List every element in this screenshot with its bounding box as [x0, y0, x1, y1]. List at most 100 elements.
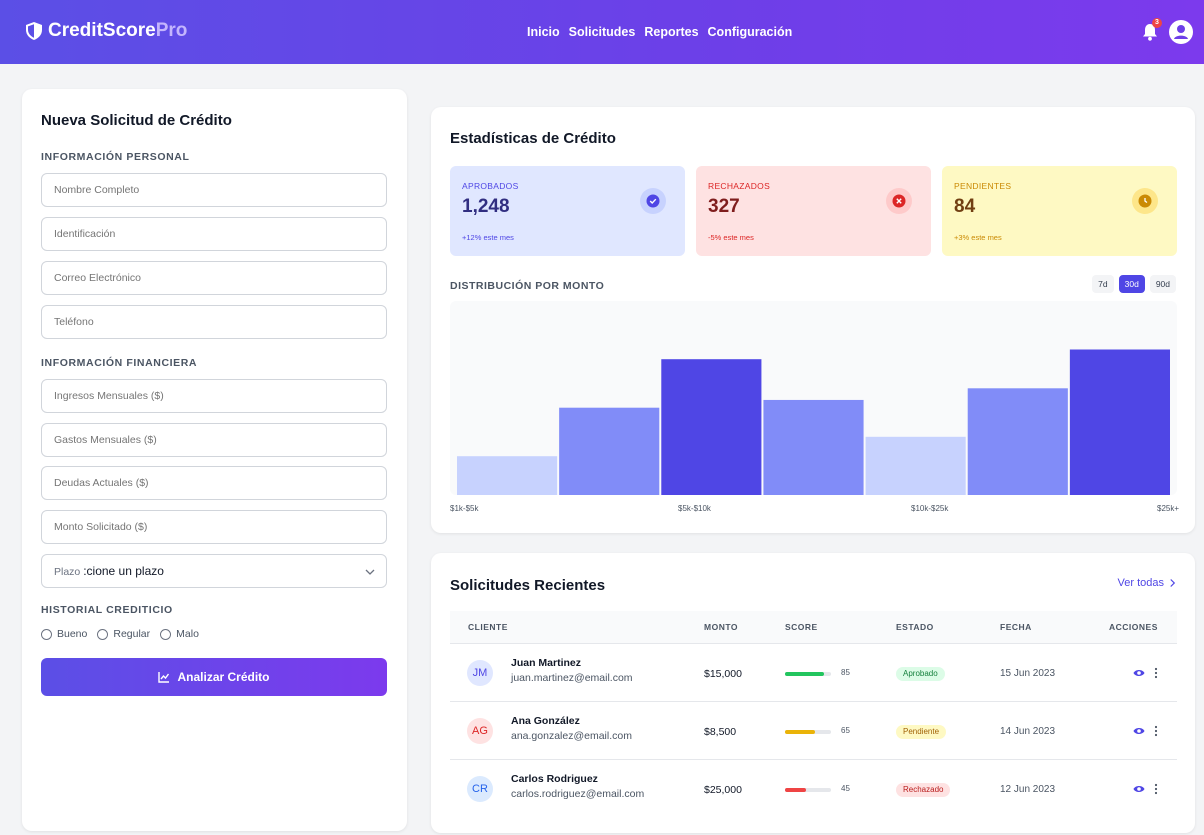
eye-icon[interactable]: [1133, 784, 1145, 794]
chart-bar[interactable]: [967, 388, 1068, 495]
view-all-link[interactable]: Ver todas: [1118, 577, 1176, 589]
form-title: Nueva Solicitud de Crédito: [41, 112, 232, 129]
distribution-chart: [450, 301, 1177, 495]
x-tick-label: $1k-$5k: [450, 504, 479, 513]
chart-bar[interactable]: [865, 436, 966, 495]
chart-bar[interactable]: [457, 456, 558, 495]
more-vertical-icon[interactable]: [1154, 725, 1158, 737]
full-name-input[interactable]: [41, 173, 387, 207]
x-circle-icon: [886, 188, 912, 214]
chevron-down-icon: [365, 569, 375, 575]
table-row[interactable]: JM Juan Martinez juan.martinez@email.com…: [450, 643, 1177, 701]
nav-solicitudes[interactable]: Solicitudes: [569, 25, 636, 39]
table-row[interactable]: AG Ana González ana.gonzalez@email.com $…: [450, 701, 1177, 759]
client-name: Ana González: [511, 715, 580, 727]
current-debts-input[interactable]: [41, 466, 387, 500]
recent-applications-card: Solicitudes Recientes Ver todas CLIENTE …: [431, 553, 1195, 833]
monthly-expenses-input[interactable]: [41, 423, 387, 457]
status-badge: Aprobado: [896, 667, 945, 681]
score-value: 45: [841, 784, 850, 793]
date-cell: 14 Jun 2023: [1000, 726, 1056, 737]
client-email: juan.martinez@email.com: [511, 672, 633, 684]
stats-title: Estadísticas de Crédito: [450, 130, 616, 147]
col-monto: MONTO: [704, 622, 738, 632]
range-7d-button[interactable]: 7d: [1092, 275, 1114, 293]
radio-bueno[interactable]: Bueno: [41, 628, 87, 640]
brand-logo[interactable]: CreditScore Pro: [26, 20, 187, 42]
stat-pending-value: 84: [954, 196, 976, 217]
chart-line-icon: [158, 672, 170, 683]
client-email: ana.gonzalez@email.com: [511, 730, 632, 742]
x-tick-label: $5k-$10k: [678, 504, 711, 513]
phone-input[interactable]: [41, 305, 387, 339]
table-row[interactable]: CR Carlos Rodriguez carlos.rodriguez@ema…: [450, 759, 1177, 817]
client-avatar: AG: [467, 718, 493, 744]
chart-bar[interactable]: [763, 399, 864, 495]
more-vertical-icon[interactable]: [1154, 667, 1158, 679]
radio-circle[interactable]: [160, 628, 172, 640]
col-estado: ESTADO: [896, 622, 934, 632]
stat-rejected-change: -5% este mes: [708, 233, 754, 242]
score-bar-fill: [785, 730, 815, 734]
credit-history-label: HISTORIAL CREDITICIO: [41, 604, 173, 616]
top-navbar: CreditScore Pro Inicio Solicitudes Report…: [0, 0, 1204, 64]
nav-configuracion[interactable]: Configuración: [708, 25, 793, 39]
term-select[interactable]: Plazo :cione un plazo: [41, 554, 387, 588]
stat-approved-change: +12% este mes: [462, 233, 514, 242]
nav-inicio[interactable]: Inicio: [527, 25, 560, 39]
col-score: SCORE: [785, 622, 818, 632]
main-nav: Inicio Solicitudes Reportes Configuració…: [527, 25, 801, 39]
credit-application-form: Nueva Solicitud de Crédito INFORMACIÓN P…: [22, 89, 407, 831]
financial-info-label: INFORMACIÓN FINANCIERA: [41, 357, 198, 369]
user-avatar-icon[interactable]: [1169, 20, 1193, 44]
radio-circle[interactable]: [41, 628, 52, 640]
range-30d-button[interactable]: 30d: [1118, 275, 1145, 293]
brand-name: CreditScore: [48, 20, 156, 41]
shield-icon: [26, 22, 42, 40]
distribution-label: DISTRIBUCIÓN POR MONTO: [450, 280, 605, 292]
chart-bar[interactable]: [1069, 349, 1170, 496]
score-bar-fill: [785, 788, 806, 792]
col-fecha: FECHA: [1000, 622, 1032, 632]
score-value: 65: [841, 726, 850, 735]
score-bar: [785, 788, 831, 792]
recent-title: Solicitudes Recientes: [450, 577, 606, 594]
eye-icon[interactable]: [1133, 726, 1145, 736]
date-cell: 12 Jun 2023: [1000, 784, 1056, 795]
email-input[interactable]: [41, 261, 387, 295]
monthly-income-input[interactable]: [41, 379, 387, 413]
view-all-label: Ver todas: [1117, 577, 1164, 589]
eye-icon[interactable]: [1133, 668, 1145, 678]
analyze-credit-label: Analizar Crédito: [177, 670, 270, 684]
stat-approved: APROBADOS 1,248 +12% este mes: [450, 166, 685, 256]
more-vertical-icon[interactable]: [1154, 783, 1158, 795]
requested-amount-input[interactable]: [41, 510, 387, 544]
chart-bar[interactable]: [559, 407, 660, 495]
client-avatar: CR: [467, 776, 493, 802]
radio-bueno-label: Bueno: [57, 628, 88, 640]
analyze-credit-button[interactable]: Analizar Crédito: [41, 658, 387, 696]
chart-bar[interactable]: [661, 359, 762, 495]
score-bar: [785, 730, 831, 734]
clock-icon: [1132, 188, 1158, 214]
score-value: 85: [841, 668, 850, 677]
col-acciones: ACCIONES: [1109, 622, 1158, 632]
radio-malo[interactable]: Malo: [160, 628, 199, 640]
chart-x-axis: $1k-$5k $5k-$10k $10k-$25k $25k+: [450, 504, 1179, 516]
personal-info-label: INFORMACIÓN PERSONAL: [41, 151, 190, 163]
stat-pending: PENDIENTES 84 +3% este mes: [942, 166, 1177, 256]
nav-reportes[interactable]: Reportes: [644, 25, 698, 39]
client-name: Juan Martinez: [511, 657, 582, 669]
range-90d-button[interactable]: 90d: [1149, 275, 1176, 293]
date-cell: 15 Jun 2023: [1000, 668, 1056, 679]
radio-circle[interactable]: [97, 628, 109, 640]
x-tick-label: $10k-$25k: [911, 504, 949, 513]
radio-regular[interactable]: Regular: [97, 628, 150, 640]
range-selector: 7d 30d 90d: [1092, 275, 1176, 293]
credit-stats-card: Estadísticas de Crédito APROBADOS 1,248 …: [431, 107, 1195, 533]
id-input[interactable]: [41, 217, 387, 251]
brand-accent: Pro: [155, 20, 188, 41]
stat-approved-value: 1,248: [462, 196, 510, 217]
stat-rejected-value: 327: [708, 196, 740, 217]
client-avatar: JM: [467, 660, 493, 686]
